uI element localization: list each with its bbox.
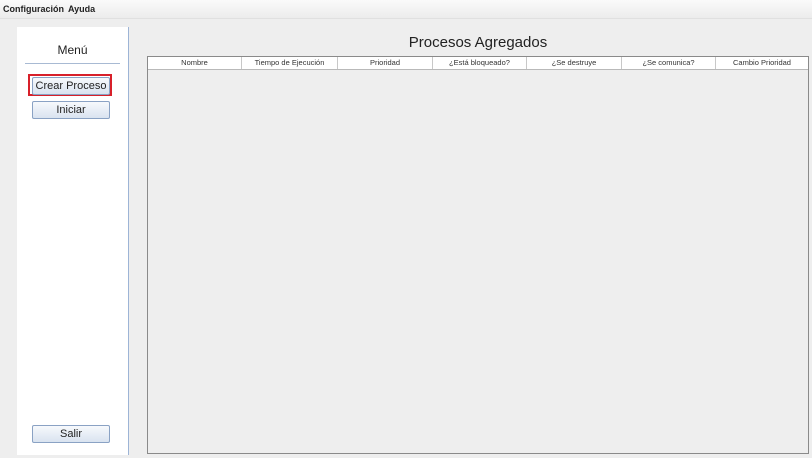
column-header-cambio-prioridad[interactable]: Cambio Prioridad	[716, 57, 808, 69]
column-header-destruye[interactable]: ¿Se destruye	[527, 57, 622, 69]
table-header: Nombre Tiempo de Ejecución Prioridad ¿Es…	[148, 57, 808, 70]
column-header-nombre[interactable]: Nombre	[148, 57, 242, 69]
column-header-tiempo-ejecucion[interactable]: Tiempo de Ejecución	[242, 57, 338, 69]
create-process-button[interactable]: Crear Proceso	[32, 77, 110, 95]
menu-ayuda[interactable]: Ayuda	[68, 4, 95, 14]
column-header-comunica[interactable]: ¿Se comunica?	[622, 57, 716, 69]
column-header-prioridad[interactable]: Prioridad	[338, 57, 433, 69]
menu-divider	[25, 63, 120, 64]
column-header-bloqueado[interactable]: ¿Está bloqueado?	[433, 57, 527, 69]
processes-table[interactable]: Nombre Tiempo de Ejecución Prioridad ¿Es…	[147, 56, 809, 454]
menu-title: Menú	[57, 43, 88, 57]
start-button[interactable]: Iniciar	[32, 101, 110, 119]
page-title: Procesos Agregados	[408, 34, 548, 51]
exit-button[interactable]: Salir	[32, 425, 110, 443]
menu-configuracion[interactable]: Configuración	[3, 4, 64, 14]
menu-bar: Configuración Ayuda	[0, 0, 812, 19]
